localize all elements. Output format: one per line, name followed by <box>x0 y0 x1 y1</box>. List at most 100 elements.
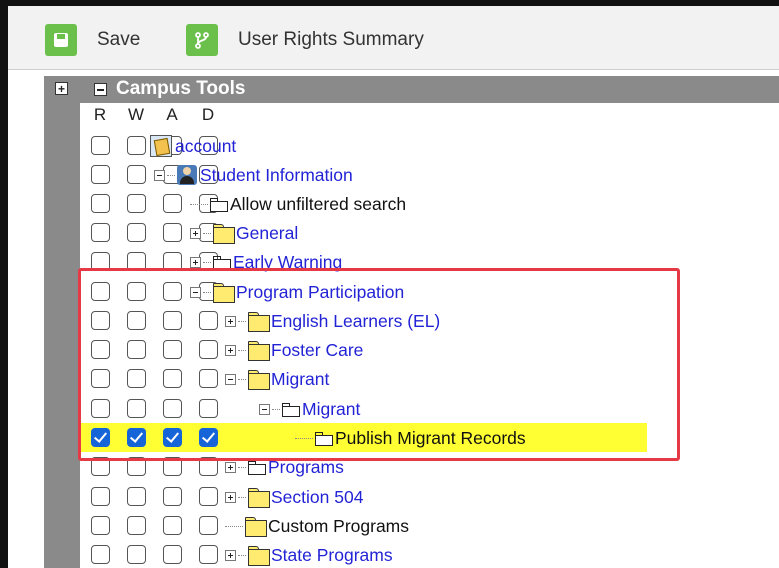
checkbox-add[interactable] <box>163 369 182 388</box>
column-header-add: A <box>166 105 178 124</box>
tree-node-label[interactable]: Foster Care <box>271 340 363 361</box>
checkbox-read[interactable] <box>91 516 110 535</box>
expand-all-icon[interactable]: + <box>55 82 68 95</box>
tree-node-label[interactable]: Migrant <box>271 369 329 390</box>
checkbox-delete[interactable] <box>199 399 218 418</box>
collapse-icon[interactable] <box>259 403 270 415</box>
tree-node: Early Warning <box>190 250 342 274</box>
tree-row: Foster Care <box>80 335 779 364</box>
checkbox-read[interactable] <box>91 165 110 184</box>
tree-node-label[interactable]: English Learners (EL) <box>271 311 440 332</box>
expand-icon[interactable] <box>190 256 201 268</box>
tree-node-label[interactable]: account <box>175 136 236 157</box>
checkbox-read[interactable] <box>91 136 110 155</box>
tree-row: Migrant <box>80 364 779 393</box>
user-rights-summary-button[interactable]: User Rights Summary <box>186 24 424 56</box>
tree-node-label[interactable]: Programs <box>268 457 344 478</box>
tree-node-label[interactable]: Program Participation <box>236 282 404 303</box>
expand-icon[interactable] <box>190 227 201 239</box>
tree-node-label[interactable]: State Programs <box>271 545 393 566</box>
checkbox-write[interactable] <box>127 136 146 155</box>
expand-icon[interactable] <box>225 315 236 327</box>
tree-node: Programs <box>225 455 344 479</box>
checkbox-write[interactable] <box>127 487 146 506</box>
tree-row: General <box>80 218 779 247</box>
checkbox-read[interactable] <box>91 369 110 388</box>
checkbox-delete[interactable] <box>199 457 218 476</box>
checkbox-write[interactable] <box>127 428 146 447</box>
collapse-icon[interactable] <box>225 373 236 385</box>
tree-header-title: Campus Tools <box>116 78 246 99</box>
checkbox-write[interactable] <box>127 516 146 535</box>
checkbox-read[interactable] <box>91 457 110 476</box>
tree-node: Foster Care <box>225 338 363 362</box>
checkbox-read[interactable] <box>91 194 110 213</box>
checkbox-write[interactable] <box>127 282 146 301</box>
tree-node-label[interactable]: Migrant <box>302 399 360 420</box>
checkbox-write[interactable] <box>127 545 146 564</box>
tree-node: Migrant <box>225 367 329 391</box>
checkbox-add[interactable] <box>163 516 182 535</box>
checkbox-read[interactable] <box>91 428 110 447</box>
checkbox-add[interactable] <box>163 311 182 330</box>
collapse-icon[interactable] <box>94 83 107 96</box>
checkbox-add[interactable] <box>163 194 182 213</box>
checkbox-read[interactable] <box>91 223 110 242</box>
tree-connector <box>203 232 211 234</box>
checkbox-add[interactable] <box>163 399 182 418</box>
checkbox-write[interactable] <box>127 369 146 388</box>
checkbox-write[interactable] <box>127 399 146 418</box>
checkbox-delete[interactable] <box>199 311 218 330</box>
checkbox-add[interactable] <box>163 223 182 242</box>
checkbox-read[interactable] <box>91 340 110 359</box>
checkbox-write[interactable] <box>127 223 146 242</box>
checkbox-read[interactable] <box>91 487 110 506</box>
tree-node-label[interactable]: General <box>236 223 298 244</box>
checkbox-add[interactable] <box>163 340 182 359</box>
checkbox-read[interactable] <box>91 399 110 418</box>
expand-icon[interactable] <box>225 549 236 561</box>
checkbox-delete[interactable] <box>199 487 218 506</box>
expand-icon[interactable] <box>225 491 236 503</box>
checkbox-write[interactable] <box>127 457 146 476</box>
tree-connector <box>238 466 246 468</box>
checkbox-write[interactable] <box>127 252 146 271</box>
checkbox-delete[interactable] <box>199 428 218 447</box>
checkbox-read[interactable] <box>91 311 110 330</box>
checkbox-add[interactable] <box>163 545 182 564</box>
tree-node: Publish Migrant Records <box>295 426 526 450</box>
checkbox-delete[interactable] <box>199 340 218 359</box>
checkbox-write[interactable] <box>127 340 146 359</box>
tree-node-label[interactable]: Student Information <box>200 165 353 186</box>
checkbox-read[interactable] <box>91 545 110 564</box>
doc-icon <box>248 461 266 475</box>
checkbox-delete[interactable] <box>199 545 218 564</box>
checkbox-add[interactable] <box>163 428 182 447</box>
checkbox-delete[interactable] <box>199 516 218 535</box>
checkbox-write[interactable] <box>127 311 146 330</box>
tree-connector <box>272 408 280 410</box>
doc-icon <box>213 256 231 270</box>
rights-column-headers: R W A D <box>80 105 280 125</box>
tree-node-label[interactable]: Early Warning <box>233 252 342 273</box>
checkbox-add[interactable] <box>163 457 182 476</box>
save-button[interactable]: Save <box>45 24 140 56</box>
checkbox-write[interactable] <box>127 194 146 213</box>
tree-row: State Programs <box>80 540 779 568</box>
checkbox-write[interactable] <box>127 165 146 184</box>
expand-icon[interactable] <box>225 461 236 473</box>
checkbox-add[interactable] <box>163 487 182 506</box>
checkbox-read[interactable] <box>91 252 110 271</box>
collapse-icon[interactable] <box>190 286 201 298</box>
checkbox-read[interactable] <box>91 282 110 301</box>
checkbox-delete[interactable] <box>199 369 218 388</box>
checkbox-add[interactable] <box>163 282 182 301</box>
checkbox-add[interactable] <box>163 252 182 271</box>
collapse-icon[interactable] <box>154 169 165 181</box>
folder-icon <box>248 488 270 508</box>
tree-node: Custom Programs <box>225 514 409 538</box>
tree-node: Section 504 <box>225 485 363 509</box>
tree-node: Migrant <box>259 397 360 421</box>
expand-icon[interactable] <box>225 344 236 356</box>
tree-node-label[interactable]: Section 504 <box>271 487 363 508</box>
